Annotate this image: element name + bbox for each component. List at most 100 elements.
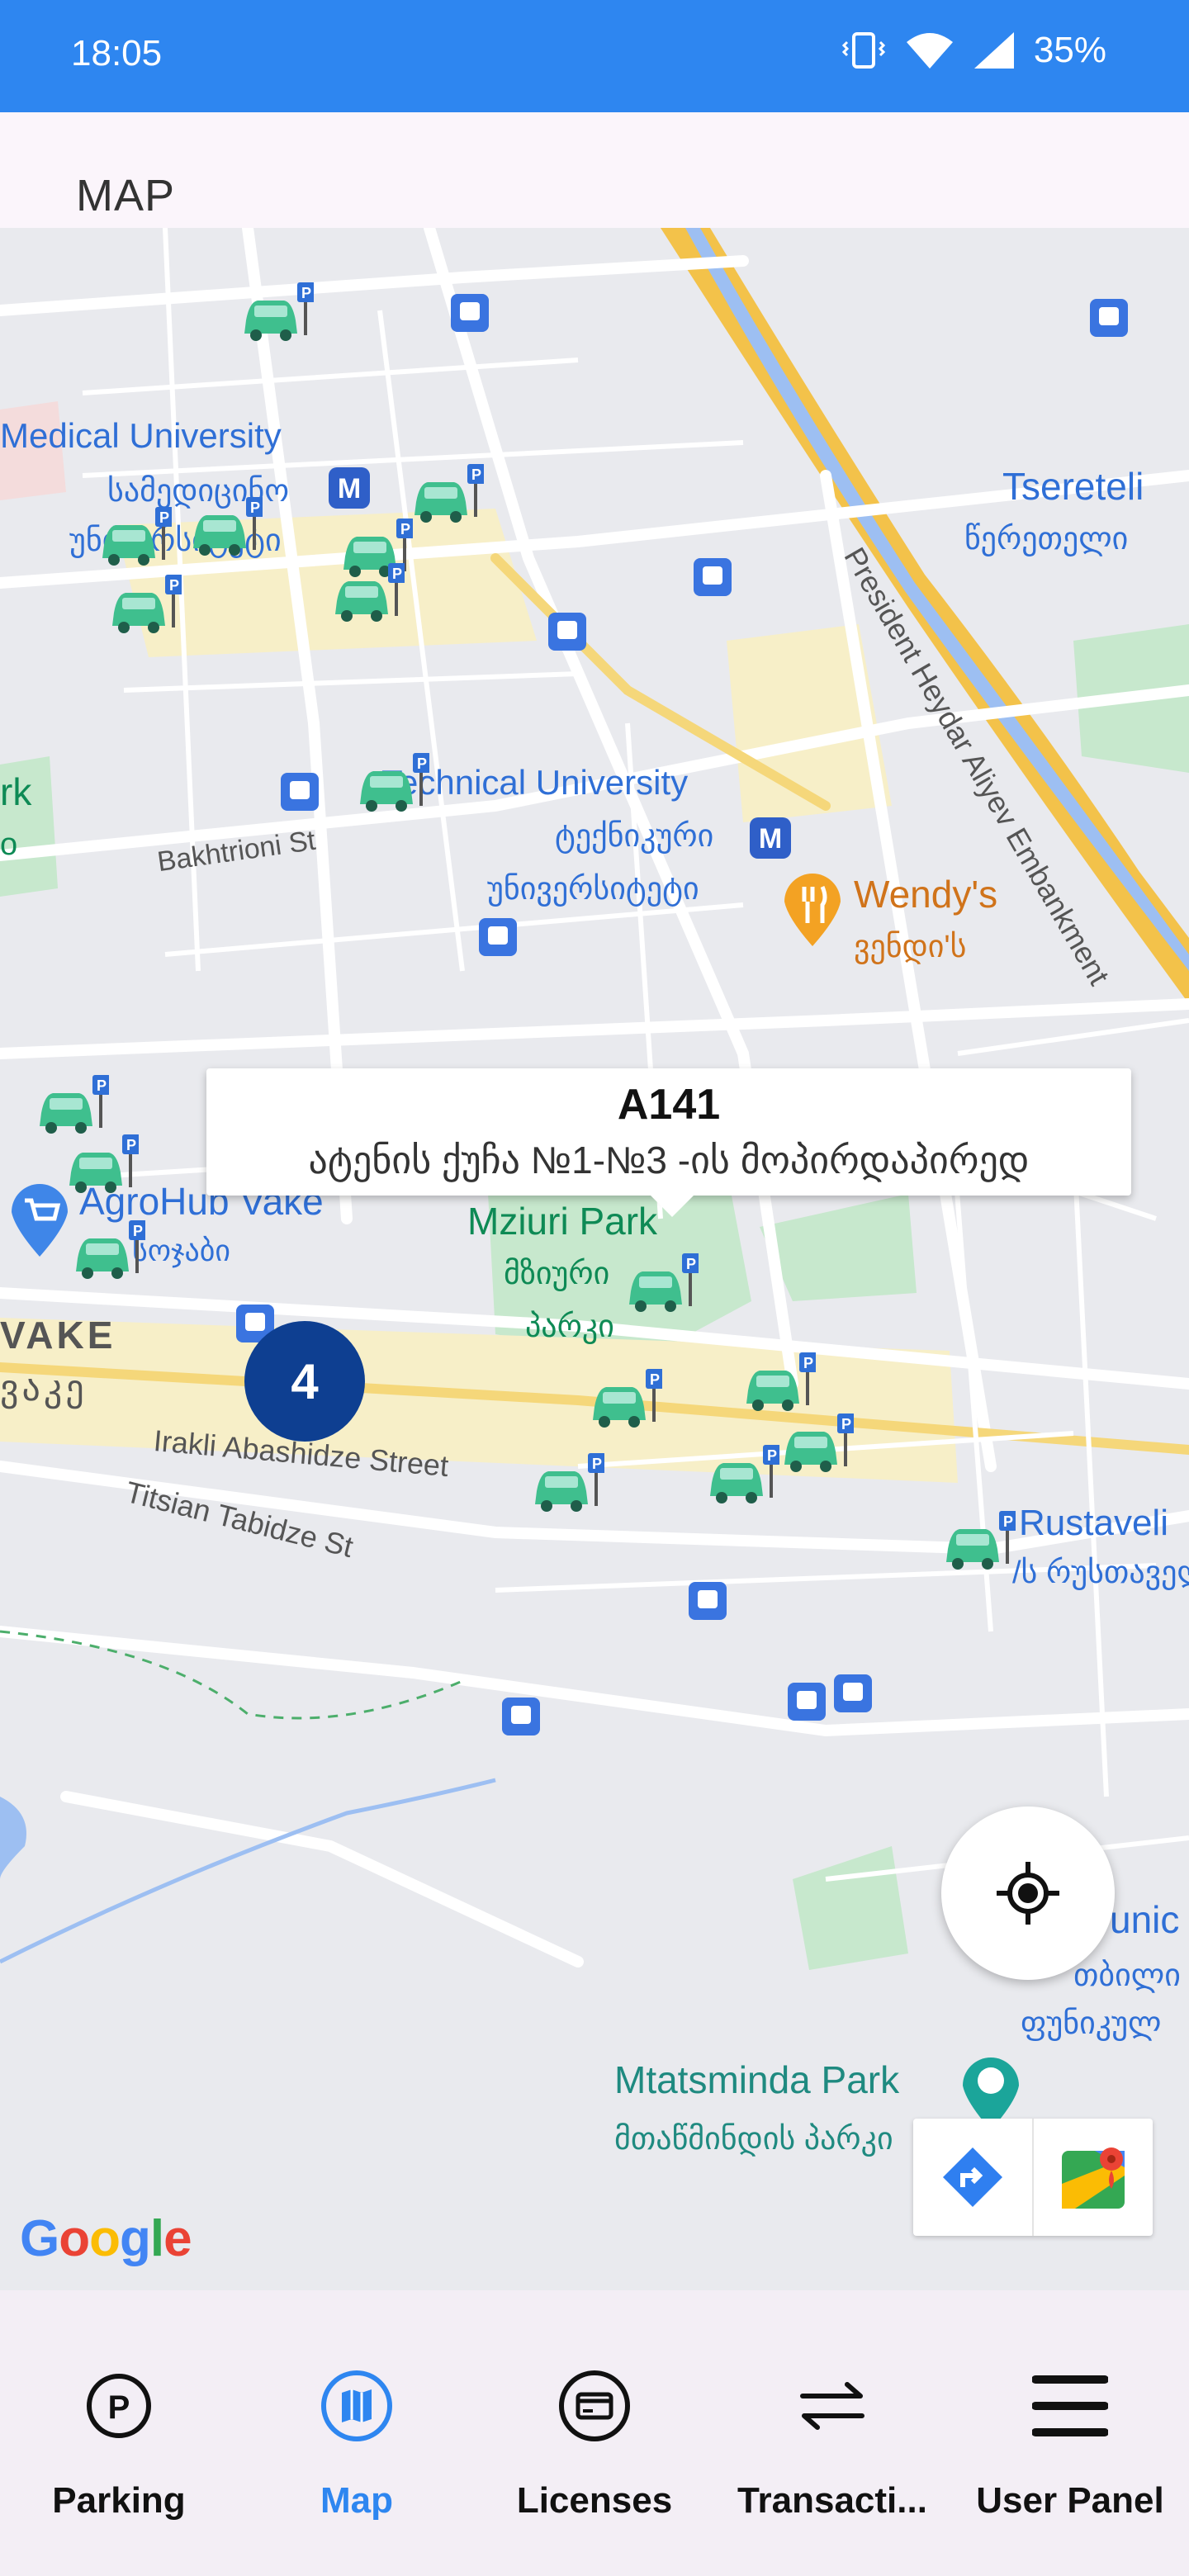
svg-text:P: P <box>301 285 311 301</box>
restaurant-pin-icon <box>784 873 841 946</box>
status-time: 18:05 <box>71 33 163 73</box>
parking-car-marker[interactable]: P <box>588 1364 662 1438</box>
svg-text:P: P <box>803 1355 813 1371</box>
svg-text:P: P <box>169 577 179 594</box>
nav-map-label: Map <box>320 2480 393 2521</box>
label-mziuri-ka: მზიური <box>504 1257 610 1291</box>
map-toolbar <box>913 2119 1153 2236</box>
parking-car-marker[interactable]: P <box>941 1506 1016 1580</box>
callout-pointer <box>651 1196 694 1217</box>
bus-stop-icon <box>788 1683 826 1721</box>
svg-text:P: P <box>159 509 169 526</box>
parking-car-marker[interactable]: P <box>705 1440 779 1514</box>
parking-car-marker[interactable]: P <box>97 502 172 576</box>
svg-text:P: P <box>686 1256 696 1272</box>
svg-text:P: P <box>592 1456 602 1472</box>
nav-parking-label: Parking <box>52 2480 186 2521</box>
label-medical-university: Medical University <box>0 416 282 455</box>
label-technical-university-ka: ტექნიკური <box>555 819 714 854</box>
bus-stop-icon <box>502 1698 540 1735</box>
status-icons: 35% <box>841 30 1106 71</box>
status-bar: 18:05 35% <box>0 0 1189 112</box>
map-icon <box>307 2356 406 2455</box>
nav-user-panel-label: User Panel <box>976 2480 1164 2521</box>
open-in-google-maps-button[interactable] <box>1034 2119 1153 2236</box>
marker-cluster[interactable]: 4 <box>244 1321 365 1442</box>
bottom-navigation: P Parking Map Licenses Transacti... User… <box>0 2290 1189 2576</box>
label-funicular: unic <box>1110 1898 1180 1941</box>
svg-text:P: P <box>650 1371 660 1388</box>
bus-stop-icon <box>548 613 586 651</box>
label-funicular-ka2: ფუნიკულ <box>1021 2006 1162 2041</box>
parking-car-marker[interactable]: P <box>239 277 314 352</box>
label-wendys-ka: ვენდი'ს <box>854 930 967 964</box>
directions-button[interactable] <box>913 2119 1034 2236</box>
nav-map[interactable]: Map <box>238 2290 476 2576</box>
parking-callout[interactable]: A141 ატენის ქუჩა №1-№3 -ის მოპირდაპირედ <box>206 1068 1131 1217</box>
svg-text:M: M <box>338 473 361 504</box>
label-tsereteli: Tsereteli <box>1002 465 1144 508</box>
menu-icon <box>1021 2356 1120 2455</box>
svg-text:P: P <box>400 521 410 537</box>
nav-transactions-label: Transacti... <box>737 2480 927 2521</box>
shopping-pin-icon <box>11 1183 68 1257</box>
nav-user-panel[interactable]: User Panel <box>951 2290 1189 2576</box>
parking-car-marker[interactable]: P <box>530 1448 604 1522</box>
nav-licenses[interactable]: Licenses <box>476 2290 713 2576</box>
app-header: MAP <box>0 112 1189 228</box>
svg-text:P: P <box>417 755 427 772</box>
parking-car-marker[interactable]: P <box>410 459 484 533</box>
label-mziuri-ka2: პარკი <box>525 1309 614 1344</box>
bus-stop-icon <box>451 294 489 332</box>
page-title: MAP <box>76 171 176 220</box>
svg-text:P: P <box>841 1416 851 1432</box>
parking-car-marker[interactable]: P <box>188 492 263 566</box>
label-mziuri: Mziuri Park <box>467 1200 658 1243</box>
wifi-icon <box>905 31 955 70</box>
svg-text:P: P <box>250 500 260 516</box>
bus-stop-icon <box>834 1674 872 1712</box>
signal-icon <box>973 31 1016 70</box>
parking-address: ატენის ქუჩა №1-№3 -ის მოპირდაპირედ <box>308 1139 1030 1181</box>
metro-icon: M <box>329 467 370 509</box>
bus-stop-icon <box>281 773 319 811</box>
parking-car-marker[interactable]: P <box>355 748 429 822</box>
google-maps-icon <box>1062 2147 1125 2209</box>
google-logo: Google <box>20 2210 192 2267</box>
parking-car-marker[interactable]: P <box>330 558 405 632</box>
nav-licenses-label: Licenses <box>516 2480 673 2521</box>
label-mtatsminda-ka: მთაწმინდის პარკი <box>614 2122 893 2157</box>
bus-stop-icon <box>479 918 517 956</box>
svg-text:P: P <box>767 1447 777 1464</box>
label-agrohub-ka: სოჯაბი <box>132 1234 231 1267</box>
metro-icon: M <box>750 817 791 859</box>
parking-car-marker[interactable]: P <box>624 1248 699 1323</box>
nav-parking[interactable]: P Parking <box>0 2290 238 2576</box>
svg-text:P: P <box>126 1137 136 1153</box>
directions-icon <box>943 2147 1002 2207</box>
parking-car-marker[interactable]: P <box>779 1409 854 1483</box>
label-mtatsminda: Mtatsminda Park <box>614 2058 900 2101</box>
bus-stop-icon <box>689 1582 727 1620</box>
crosshair-icon <box>997 1862 1059 1925</box>
parking-code: A141 <box>617 1081 721 1129</box>
my-location-button[interactable] <box>941 1807 1115 1980</box>
parking-car-marker[interactable]: P <box>64 1129 139 1204</box>
parking-car-marker[interactable]: P <box>71 1215 145 1290</box>
svg-text:P: P <box>471 466 481 483</box>
label-tsereteli-ka: წერეთელი <box>964 522 1129 556</box>
label-vake: VAKE <box>0 1314 116 1357</box>
label-rk2: o <box>0 827 18 862</box>
label-wendys: Wendy's <box>854 873 998 916</box>
parking-car-marker[interactable]: P <box>107 570 182 644</box>
svg-text:P: P <box>133 1223 143 1239</box>
license-card-icon <box>545 2356 644 2455</box>
svg-text:P: P <box>97 1077 107 1094</box>
map-view[interactable]: Medical University სამედიცინო უნივერსიტე… <box>0 228 1189 2290</box>
svg-text:M: M <box>759 823 782 855</box>
bus-stop-icon <box>694 558 732 596</box>
svg-text:P: P <box>108 2389 130 2426</box>
nav-transactions[interactable]: Transacti... <box>713 2290 951 2576</box>
label-vake-ka: ვაკე <box>0 1368 88 1409</box>
label-rustaveli-ka: /ს რუსთაველი <box>1012 1556 1189 1590</box>
